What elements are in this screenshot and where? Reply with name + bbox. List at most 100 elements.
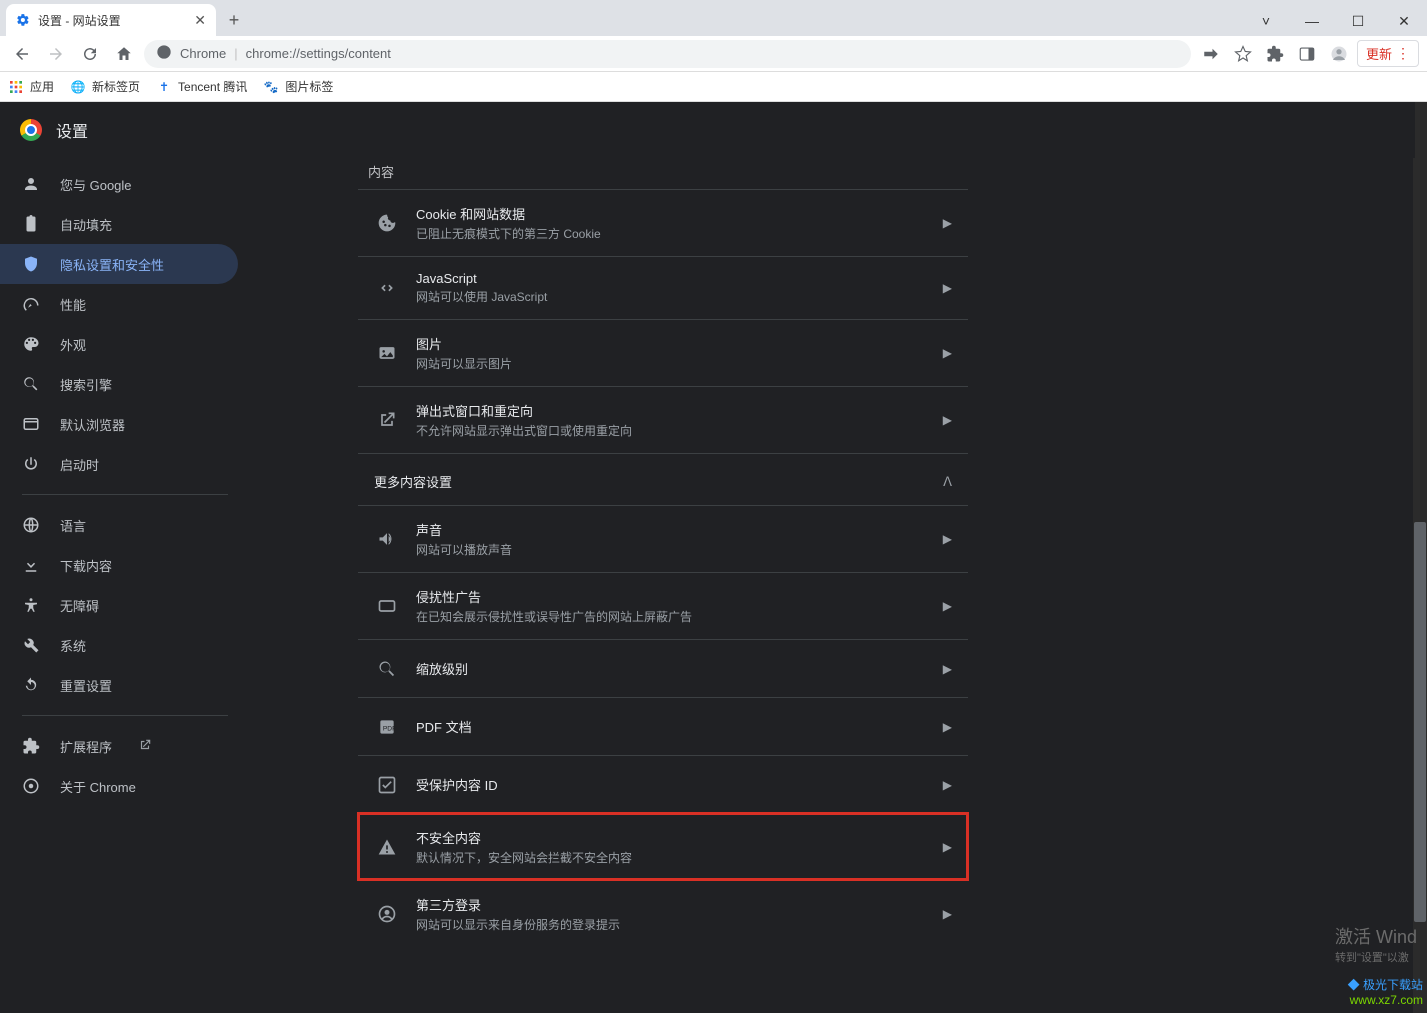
chevron-right-icon: ▶ — [943, 907, 952, 921]
sidebar-item-you-and-google[interactable]: 您与 Google — [0, 164, 238, 204]
extensions-icon[interactable] — [1261, 40, 1289, 68]
restore-icon — [22, 676, 40, 694]
update-label: 更新 — [1366, 44, 1392, 63]
sidebar-item-reset[interactable]: 重置设置 — [0, 665, 238, 705]
home-icon[interactable] — [110, 40, 138, 68]
chevron-right-icon: ▶ — [943, 720, 952, 734]
chevron-right-icon: ▶ — [943, 346, 952, 360]
tencent-icon: ✝ — [156, 79, 172, 95]
bookmark-newtab[interactable]: 🌐新标签页 — [70, 78, 140, 95]
chevron-right-icon: ▶ — [943, 599, 952, 613]
windows-activation-watermark: 激活 Wind 转到"设置"以激 — [1335, 923, 1417, 965]
row-images[interactable]: 图片网站可以显示图片 ▶ — [358, 319, 968, 386]
sidebar-divider — [22, 494, 228, 495]
row-pdf[interactable]: PDF PDF 文档 ▶ — [358, 697, 968, 755]
chevron-right-icon: ▶ — [943, 532, 952, 546]
code-icon — [374, 278, 400, 298]
chevron-right-icon: ▶ — [943, 216, 952, 230]
maximize-icon[interactable]: ☐ — [1335, 6, 1381, 36]
sidebar-item-default-browser[interactable]: 默认浏览器 — [0, 404, 238, 444]
row-third-party-login[interactable]: 第三方登录网站可以显示来自身份服务的登录提示 ▶ — [358, 880, 968, 947]
sidebar-item-system[interactable]: 系统 — [0, 625, 238, 665]
sidebar-item-on-startup[interactable]: 启动时 — [0, 444, 238, 484]
gear-icon — [16, 13, 30, 27]
omnibox[interactable]: Chrome | chrome://settings/content — [144, 40, 1191, 68]
sidebar-item-extensions[interactable]: 扩展程序 — [0, 726, 238, 766]
shield-icon — [22, 255, 40, 273]
globe-icon — [22, 516, 40, 534]
sidebar-item-about[interactable]: 关于 Chrome — [0, 766, 238, 806]
sidebar-item-accessibility[interactable]: 无障碍 — [0, 585, 238, 625]
section-more-content[interactable]: 更多内容设置 ᐱ — [358, 453, 968, 505]
search-icon — [22, 375, 40, 393]
page-title: 设置 — [56, 118, 88, 142]
window-controls: ˅ — ☐ ✕ — [1243, 6, 1427, 36]
svg-text:PDF: PDF — [383, 725, 396, 732]
row-insecure-content[interactable]: 不安全内容默认情况下，安全网站会拦截不安全内容 ▶ — [358, 813, 968, 880]
row-ads[interactable]: 侵扰性广告在已知会展示侵扰性或误导性广告的网站上屏蔽广告 ▶ — [358, 572, 968, 639]
apps-icon — [8, 79, 24, 95]
omnibox-hint: Chrome — [180, 46, 226, 61]
row-zoom[interactable]: 缩放级别 ▶ — [358, 639, 968, 697]
person-icon — [22, 175, 40, 193]
cookie-icon — [374, 213, 400, 233]
settings-sidebar: 您与 Google 自动填充 隐私设置和安全性 性能 外观 搜索引擎 默认浏览器… — [0, 102, 250, 1013]
apps-shortcut[interactable]: 应用 — [8, 78, 54, 95]
sidebar-divider — [22, 715, 228, 716]
clipboard-icon — [22, 215, 40, 233]
chevron-right-icon: ▶ — [943, 662, 952, 676]
close-window-icon[interactable]: ✕ — [1381, 6, 1427, 36]
row-cookies[interactable]: Cookie 和网站数据已阻止无痕模式下的第三方 Cookie ▶ — [358, 189, 968, 256]
window-title-bar: 设置 - 网站设置 ✕ + ˅ — ☐ ✕ — [0, 0, 1427, 36]
sidebar-item-privacy[interactable]: 隐私设置和安全性 — [0, 244, 238, 284]
pdf-icon: PDF — [374, 717, 400, 737]
sidepanel-icon[interactable] — [1293, 40, 1321, 68]
section-content: 内容 — [358, 162, 968, 189]
row-sound[interactable]: 声音网站可以播放声音 ▶ — [358, 505, 968, 572]
menu-dots-icon: ⋮ — [1396, 45, 1410, 62]
row-protected-content[interactable]: 受保护内容 ID ▶ — [358, 755, 968, 813]
chrome-icon — [156, 44, 172, 63]
chevron-right-icon: ▶ — [943, 778, 952, 792]
minimize-icon[interactable]: — — [1289, 6, 1335, 36]
bookmark-tencent[interactable]: ✝Tencent 腾讯 — [156, 78, 247, 95]
chevron-right-icon: ▶ — [943, 413, 952, 427]
palette-icon — [22, 335, 40, 353]
star-icon[interactable] — [1229, 40, 1257, 68]
sidebar-item-appearance[interactable]: 外观 — [0, 324, 238, 364]
popup-icon — [374, 410, 400, 430]
sidebar-item-search-engine[interactable]: 搜索引擎 — [0, 364, 238, 404]
bookmark-image[interactable]: 🐾图片标签 — [263, 78, 333, 95]
content-settings-card: 内容 Cookie 和网站数据已阻止无痕模式下的第三方 Cookie ▶ Jav… — [358, 162, 968, 947]
sidebar-item-autofill[interactable]: 自动填充 — [0, 204, 238, 244]
page-scrollbar[interactable] — [1413, 102, 1427, 1013]
close-icon[interactable]: ✕ — [194, 12, 206, 29]
window-caret-icon[interactable]: ˅ — [1243, 6, 1289, 36]
reload-icon[interactable] — [76, 40, 104, 68]
chevron-right-icon: ▶ — [943, 281, 952, 295]
row-javascript[interactable]: JavaScript网站可以使用 JavaScript ▶ — [358, 256, 968, 319]
browser-tab[interactable]: 设置 - 网站设置 ✕ — [6, 4, 216, 36]
open-external-icon — [138, 738, 152, 755]
forward-icon — [42, 40, 70, 68]
new-tab-button[interactable]: + — [220, 6, 248, 34]
chevron-up-icon: ᐱ — [943, 474, 952, 490]
bookmarks-bar: 应用 🌐新标签页 ✝Tencent 腾讯 🐾图片标签 — [0, 72, 1427, 102]
image-icon — [374, 343, 400, 363]
sidebar-item-downloads[interactable]: 下载内容 — [0, 545, 238, 585]
update-button[interactable]: 更新 ⋮ — [1357, 40, 1419, 67]
sidebar-item-performance[interactable]: 性能 — [0, 284, 238, 324]
row-popups[interactable]: 弹出式窗口和重定向不允许网站显示弹出式窗口或使用重定向 ▶ — [358, 386, 968, 453]
profile-icon[interactable] — [1325, 40, 1353, 68]
wrench-icon — [22, 636, 40, 654]
chrome-outline-icon — [22, 777, 40, 795]
checkbox-icon — [374, 775, 400, 795]
site-watermark: ◆ 极光下载站 www.xz7.com — [1348, 976, 1423, 1007]
scrollbar-thumb[interactable] — [1414, 522, 1426, 922]
back-icon[interactable] — [8, 40, 36, 68]
browser-toolbar: Chrome | chrome://settings/content 更新 ⋮ — [0, 36, 1427, 72]
share-icon[interactable] — [1197, 40, 1225, 68]
settings-page: 设置 在设置中搜索 您与 Google 自动填充 隐私设置和安全性 性能 外观 … — [0, 102, 1427, 1013]
puzzle-icon — [22, 737, 40, 755]
sidebar-item-language[interactable]: 语言 — [0, 505, 238, 545]
